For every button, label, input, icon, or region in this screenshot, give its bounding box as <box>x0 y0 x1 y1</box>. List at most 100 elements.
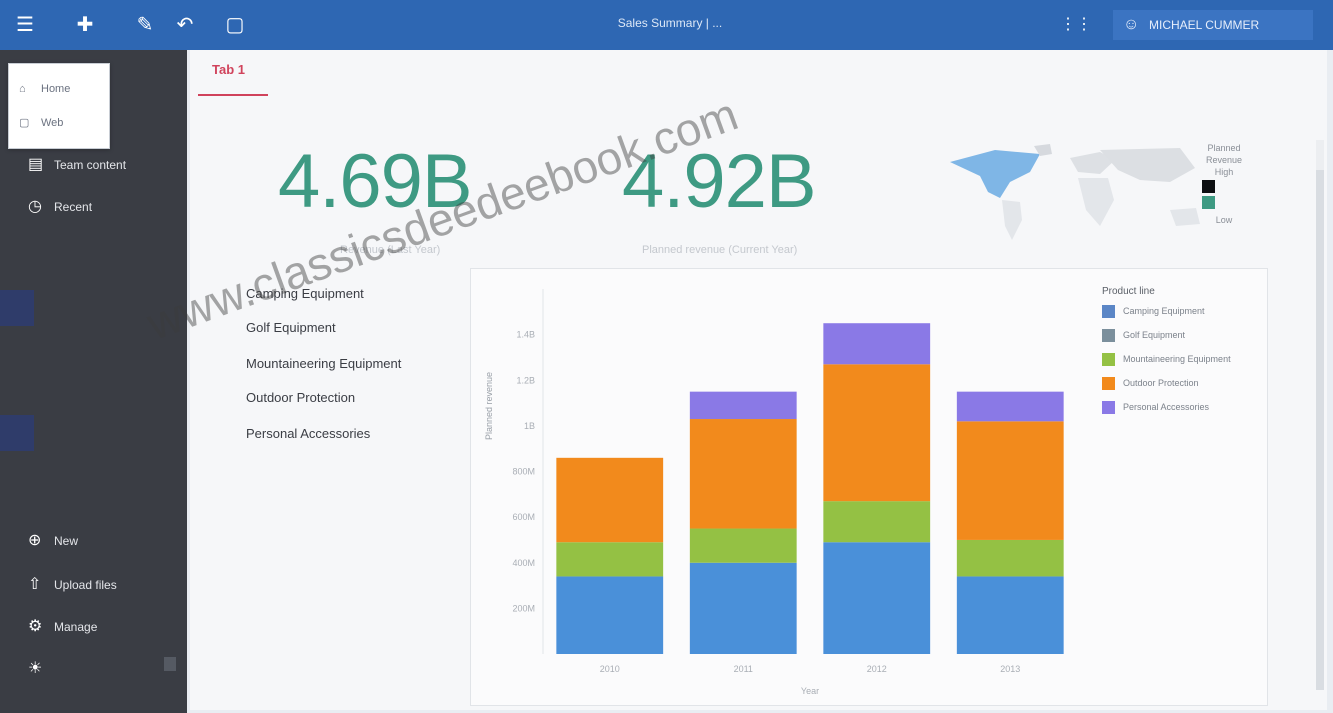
y-tick-label: 400M <box>512 558 535 568</box>
bar-segment[interactable] <box>956 421 1064 540</box>
y-tick-label: 1.2B <box>516 375 535 385</box>
legend-label: Camping Equipment <box>1123 306 1205 316</box>
y-tick-label: 1.4B <box>516 330 535 340</box>
manage-icon: ⚙ <box>28 618 43 635</box>
sidebar-accent <box>0 415 34 451</box>
tab-active-indicator <box>198 94 268 96</box>
x-axis-label: Year <box>801 686 819 696</box>
bar-segment[interactable] <box>689 419 797 529</box>
list-item[interactable]: Outdoor Protection <box>246 390 355 405</box>
sidebar-item-upload-files[interactable]: ⇧ Upload files <box>28 570 117 600</box>
y-tick-label: 1B <box>524 421 535 431</box>
bar-segment[interactable] <box>823 364 931 502</box>
user-account-button[interactable]: ☺ MICHAEL CUMMER <box>1113 10 1313 40</box>
bar-segment[interactable] <box>823 542 931 654</box>
bar-segment[interactable] <box>823 323 931 365</box>
x-tick-label: 2012 <box>867 664 887 674</box>
bar-segment[interactable] <box>556 457 664 543</box>
north-america-shape <box>950 150 1040 198</box>
sidebar-collapse-handle[interactable] <box>164 657 176 671</box>
popup-item-home[interactable]: ⌂ Home <box>19 76 103 102</box>
sidebar-item-team-content[interactable]: ▤ Team content <box>28 150 126 180</box>
home-icon: ⌂ <box>19 83 26 95</box>
legend-item[interactable]: Golf Equipment <box>1102 326 1185 344</box>
kpi-value-current-year: 4.92B <box>622 139 817 224</box>
present-icon[interactable]: ▢ <box>220 10 250 40</box>
bar-segment[interactable] <box>689 528 797 563</box>
legend-label: Outdoor Protection <box>1123 378 1199 388</box>
sidebar-item-settings[interactable]: ☀ <box>28 654 54 684</box>
legend-item[interactable]: Outdoor Protection <box>1102 374 1199 392</box>
tab-1[interactable]: Tab 1 <box>212 62 245 77</box>
sidebar-item-label: Team content <box>54 158 127 172</box>
y-tick-label: 600M <box>512 512 535 522</box>
popup-item-label: Web <box>41 117 64 129</box>
plus-circle-icon: ⊕ <box>28 532 42 549</box>
bar-segment[interactable] <box>556 542 664 577</box>
new-doc-icon[interactable]: ✚ <box>70 10 100 40</box>
list-item[interactable]: Personal Accessories <box>246 426 370 441</box>
sidebar-item-label: Recent <box>54 200 93 214</box>
home-popup-menu: ⌂ Home ▢ Web <box>8 63 110 149</box>
bar-segment[interactable] <box>556 576 664 654</box>
bar-segment[interactable] <box>823 501 931 543</box>
legend-item[interactable]: Camping Equipment <box>1102 302 1205 320</box>
map-legend-high-swatch <box>1202 180 1215 193</box>
map-legend-low: Low <box>1215 215 1233 225</box>
web-icon: ▢ <box>19 117 30 129</box>
y-axis-label: Planned revenue <box>484 371 494 440</box>
south-america-shape <box>1002 200 1022 240</box>
chart-legend: Product line Camping Equipment Golf Equi… <box>1102 286 1258 416</box>
legend-swatch <box>1102 329 1115 343</box>
kpi-value-last-year: 4.69B <box>278 139 473 224</box>
bar-segment[interactable] <box>956 391 1064 422</box>
grid-icon[interactable]: ⋮⋮ <box>1060 14 1092 36</box>
map-legend-high: High <box>1214 167 1234 177</box>
kpi-label-current-year: Planned revenue (Current Year) <box>642 244 798 256</box>
sidebar-accent <box>0 290 34 326</box>
app-menu-icon[interactable]: ☰ <box>10 10 40 40</box>
clock-icon: ◷ <box>28 198 42 215</box>
sidebar-item-label: Upload files <box>54 578 117 592</box>
scrollbar-thumb[interactable] <box>1316 170 1324 690</box>
sidebar-item-label: New <box>54 534 79 548</box>
sidebar-item-recent[interactable]: ◷ Recent <box>28 192 92 222</box>
list-item[interactable]: Camping Equipment <box>246 286 364 301</box>
africa-shape <box>1078 178 1114 226</box>
kpi-label-last-year: Revenue (Last Year) <box>340 244 441 256</box>
asia-shape <box>1100 148 1195 182</box>
legend-label: Personal Accessories <box>1123 402 1210 412</box>
legend-item[interactable]: Mountaineering Equipment <box>1102 350 1231 368</box>
bar-segment[interactable] <box>689 391 797 420</box>
undo-icon[interactable]: ↶ <box>170 10 200 40</box>
sidebar-item-label: Manage <box>54 620 98 634</box>
user-name: MICHAEL CUMMER <box>1149 18 1260 32</box>
legend-title: Product line <box>1102 286 1155 297</box>
map-legend: Planned Revenue High <box>1202 142 1246 178</box>
sidebar-item-new[interactable]: ⊕ New <box>28 526 78 556</box>
list-item[interactable]: Mountaineering Equipment <box>246 356 401 371</box>
y-tick-label: 800M <box>512 467 535 477</box>
list-item[interactable]: Golf Equipment <box>246 320 336 335</box>
user-icon: ☺ <box>1123 16 1140 33</box>
bar-segment[interactable] <box>956 539 1064 577</box>
bar-segment[interactable] <box>689 562 797 654</box>
upload-icon: ⇧ <box>28 576 42 593</box>
y-tick-label: 200M <box>512 603 535 613</box>
folder-icon: ▤ <box>28 156 44 173</box>
top-toolbar: ☰ ✚ ✎ ↶ ▢ Sales Summary | ... ⋮⋮ ☺ MICHA… <box>0 0 1333 50</box>
sidebar-item-manage[interactable]: ⚙ Manage <box>28 612 97 642</box>
australia-shape <box>1170 208 1200 226</box>
bar-segment[interactable] <box>956 576 1064 654</box>
x-tick-label: 2010 <box>600 664 620 674</box>
x-tick-label: 2011 <box>734 664 753 674</box>
legend-label: Golf Equipment <box>1123 330 1186 340</box>
popup-item-web[interactable]: ▢ Web <box>19 110 103 136</box>
legend-item[interactable]: Personal Accessories <box>1102 398 1209 416</box>
legend-swatch <box>1102 377 1115 391</box>
map-legend-low-swatch <box>1202 196 1215 209</box>
popup-item-label: Home <box>41 83 71 95</box>
map-legend-title: Planned Revenue <box>1205 143 1243 165</box>
pencil-icon[interactable]: ✎ <box>130 10 160 40</box>
legend-swatch <box>1102 305 1115 319</box>
